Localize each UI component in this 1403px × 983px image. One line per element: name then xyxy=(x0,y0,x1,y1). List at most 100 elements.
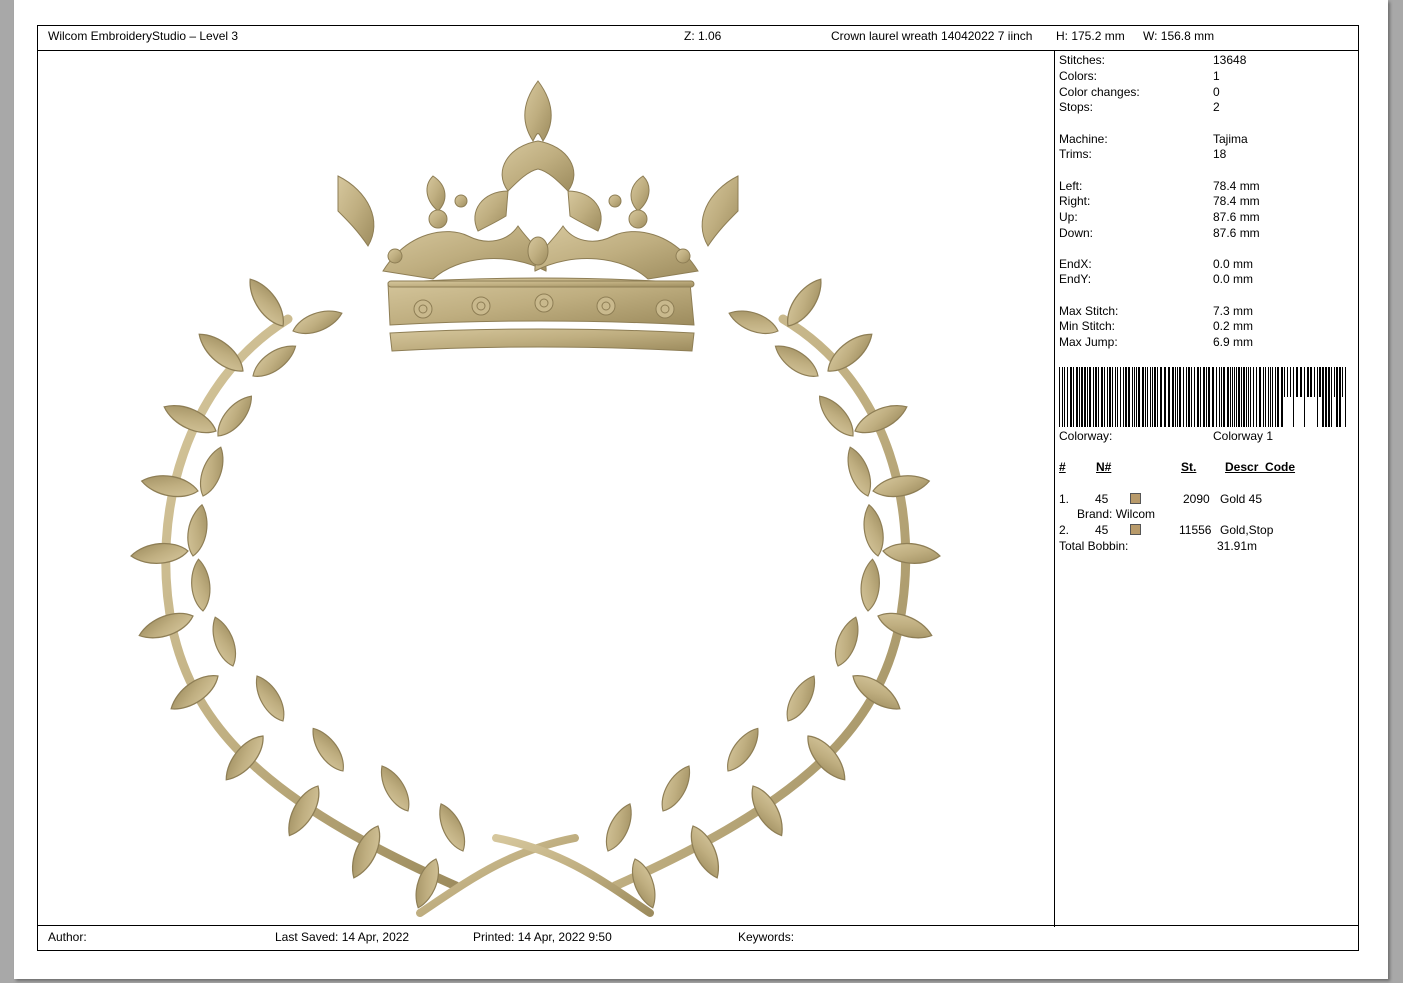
colors-value: 1 xyxy=(1213,69,1220,83)
barcode-bar xyxy=(1334,367,1335,397)
barcode-bar xyxy=(1067,367,1068,427)
design-width: W: 156.8 mm xyxy=(1143,29,1215,43)
stitches-value: 13648 xyxy=(1213,53,1247,67)
footer-row: Author: Last Saved: 14 Apr, 2022 Printed… xyxy=(38,925,1358,950)
barcode-bar xyxy=(1227,367,1229,427)
barcode-bar xyxy=(1236,367,1237,427)
barcode-bar xyxy=(1246,367,1247,427)
barcode-bar xyxy=(1109,367,1111,427)
keywords-label: Keywords: xyxy=(738,930,795,944)
barcode-bar xyxy=(1188,367,1190,427)
barcode-bar xyxy=(1230,367,1231,427)
barcode-bar xyxy=(1120,367,1121,427)
barcode-bar xyxy=(1076,367,1078,427)
barcode-bar xyxy=(1259,367,1261,427)
barcode-bar xyxy=(1345,367,1346,427)
design-preview xyxy=(38,51,1055,927)
zoom-level: Z: 1.06 xyxy=(684,29,722,43)
endx-label: EndX: xyxy=(1059,257,1092,271)
design-info-panel: Stitches: 13648 Colors: 1 Color changes:… xyxy=(1055,51,1360,927)
printed-date: Printed: 14 Apr, 2022 9:50 xyxy=(473,930,612,944)
barcode-bar xyxy=(1219,367,1220,427)
machine-label: Machine: xyxy=(1059,132,1108,146)
barcode-bar xyxy=(1064,367,1065,427)
crown-laurel-wreath-design xyxy=(129,80,942,917)
barcode-bar xyxy=(1128,367,1130,427)
barcode-bar xyxy=(1206,367,1207,427)
barcode-bar xyxy=(1079,367,1080,427)
barcode-bar xyxy=(1290,367,1291,397)
barcode-bar xyxy=(1134,367,1135,427)
design-height: H: 175.2 mm xyxy=(1056,29,1125,43)
barcode-bar xyxy=(1221,367,1222,427)
endx-value: 0.0 mm xyxy=(1213,257,1254,271)
barcode-bar xyxy=(1293,367,1294,427)
barcode-bar xyxy=(1307,367,1309,397)
col-header-num: # xyxy=(1059,460,1066,474)
left-extent-label: Left: xyxy=(1059,179,1083,193)
barcode-bar xyxy=(1208,367,1210,427)
barcode-bar xyxy=(1136,367,1137,427)
total-bobbin-label: Total Bobbin: xyxy=(1059,539,1129,553)
max-jump-label: Max Jump: xyxy=(1059,335,1118,349)
barcode-bar xyxy=(1272,367,1273,427)
endy-label: EndY: xyxy=(1059,272,1092,286)
barcode-bar xyxy=(1154,367,1156,427)
barcode-bar xyxy=(1115,367,1116,427)
barcode-bar xyxy=(1317,367,1318,427)
col-header-descr: Descr_Code xyxy=(1225,460,1296,474)
thread-row-2-color-swatch xyxy=(1130,524,1141,535)
barcode-bar xyxy=(1281,367,1283,427)
col-header-stitches: St. xyxy=(1181,460,1197,474)
barcode-bar xyxy=(1268,367,1269,427)
right-leaves xyxy=(599,272,942,912)
barcode-bar xyxy=(1300,367,1302,397)
barcode-bar xyxy=(1186,367,1187,427)
barcode-bar xyxy=(1157,367,1158,427)
app-title: Wilcom EmbroideryStudio – Level 3 xyxy=(48,29,239,43)
barcode-bar xyxy=(1059,367,1060,427)
barcode-bar xyxy=(1342,367,1343,397)
barcode-bar xyxy=(1200,367,1201,427)
barcode-bar xyxy=(1084,367,1086,427)
barcode-bar xyxy=(1194,367,1195,427)
barcode-bar xyxy=(1138,367,1140,427)
barcode-bar xyxy=(1125,367,1127,427)
barcode-bar xyxy=(1197,367,1199,427)
up-extent-label: Up: xyxy=(1059,210,1078,224)
colors-label: Colors: xyxy=(1059,69,1098,83)
thread-row-1-color-swatch xyxy=(1130,493,1141,504)
barcode-bar xyxy=(1216,367,1217,427)
print-preview-sheet: Wilcom EmbroideryStudio – Level 3 Z: 1.0… xyxy=(14,0,1388,979)
barcode-bar xyxy=(1287,367,1288,397)
barcode-bar xyxy=(1270,367,1271,427)
page-frame: Wilcom EmbroideryStudio – Level 3 Z: 1.0… xyxy=(37,25,1359,951)
barcode-bar xyxy=(1104,367,1105,427)
thread-row-1-needle: 45 xyxy=(1095,492,1109,506)
thread-row-2-needle: 45 xyxy=(1095,523,1109,537)
barcode xyxy=(1059,367,1346,427)
color-changes-value: 0 xyxy=(1213,85,1220,99)
barcode-bar xyxy=(1132,367,1133,427)
barcode-bar xyxy=(1112,367,1113,427)
barcode-bar xyxy=(1234,367,1235,427)
colorway-value: Colorway 1 xyxy=(1213,429,1274,443)
barcode-bar xyxy=(1150,367,1151,427)
barcode-bar xyxy=(1191,367,1192,427)
barcode-bar xyxy=(1142,367,1144,427)
barcode-bar xyxy=(1277,367,1279,427)
barcode-bar xyxy=(1314,367,1315,397)
barcode-bar xyxy=(1093,367,1094,427)
barcode-bar xyxy=(1331,367,1332,427)
barcode-bar xyxy=(1107,367,1108,427)
thread-row-2-stitches: 11556 xyxy=(1179,523,1212,537)
barcode-bar xyxy=(1070,367,1072,427)
stops-label: Stops: xyxy=(1059,100,1094,114)
max-stitch-value: 7.3 mm xyxy=(1213,304,1254,318)
barcode-bar xyxy=(1319,367,1321,397)
header-row: Wilcom EmbroideryStudio – Level 3 Z: 1.0… xyxy=(38,26,1358,51)
barcode-bar xyxy=(1336,367,1338,427)
thread-row-1-num: 1. xyxy=(1059,492,1070,506)
barcode-bar xyxy=(1101,367,1103,427)
barcode-bar xyxy=(1175,367,1176,427)
